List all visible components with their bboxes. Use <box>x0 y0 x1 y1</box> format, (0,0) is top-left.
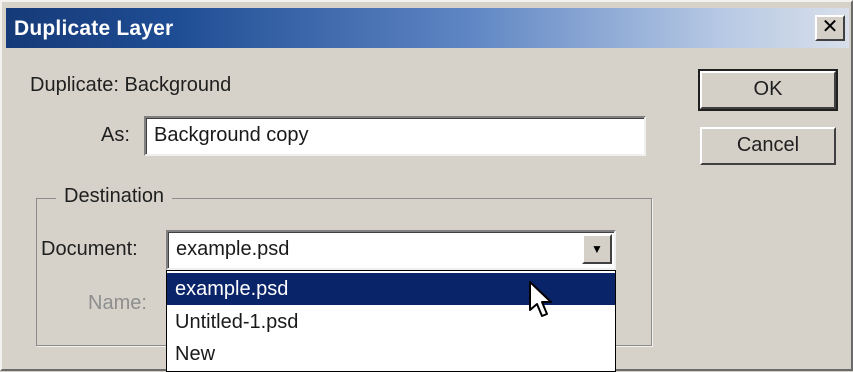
as-name-input[interactable]: Background copy <box>144 116 646 156</box>
close-icon: ✕ <box>821 16 839 38</box>
as-name-value: Background copy <box>154 124 309 146</box>
as-label: As: <box>101 124 130 146</box>
document-select-value: example.psd <box>176 238 290 260</box>
duplicate-source-label: Duplicate: Background <box>30 74 232 96</box>
name-label: Name: <box>88 292 147 314</box>
mouse-pointer-icon <box>529 281 552 317</box>
document-label: Document: <box>41 238 138 260</box>
ok-button[interactable]: OK <box>698 69 838 111</box>
cancel-button-label: Cancel <box>736 134 800 156</box>
dropdown-option-new[interactable]: New <box>167 338 615 370</box>
ok-button-label: OK <box>753 78 783 100</box>
document-select[interactable]: example.psd ▼ <box>166 230 616 270</box>
duplicate-layer-dialog: Duplicate Layer ✕ Duplicate: Background … <box>0 0 853 372</box>
dropdown-arrow-button[interactable]: ▼ <box>582 234 612 264</box>
title-bar[interactable]: Duplicate Layer ✕ <box>6 8 849 48</box>
cancel-button[interactable]: Cancel <box>700 127 836 165</box>
destination-group-title: Destination <box>56 185 173 208</box>
dialog-title: Duplicate Layer <box>14 17 174 40</box>
chevron-down-icon: ▼ <box>591 242 603 256</box>
close-button[interactable]: ✕ <box>815 15 845 41</box>
